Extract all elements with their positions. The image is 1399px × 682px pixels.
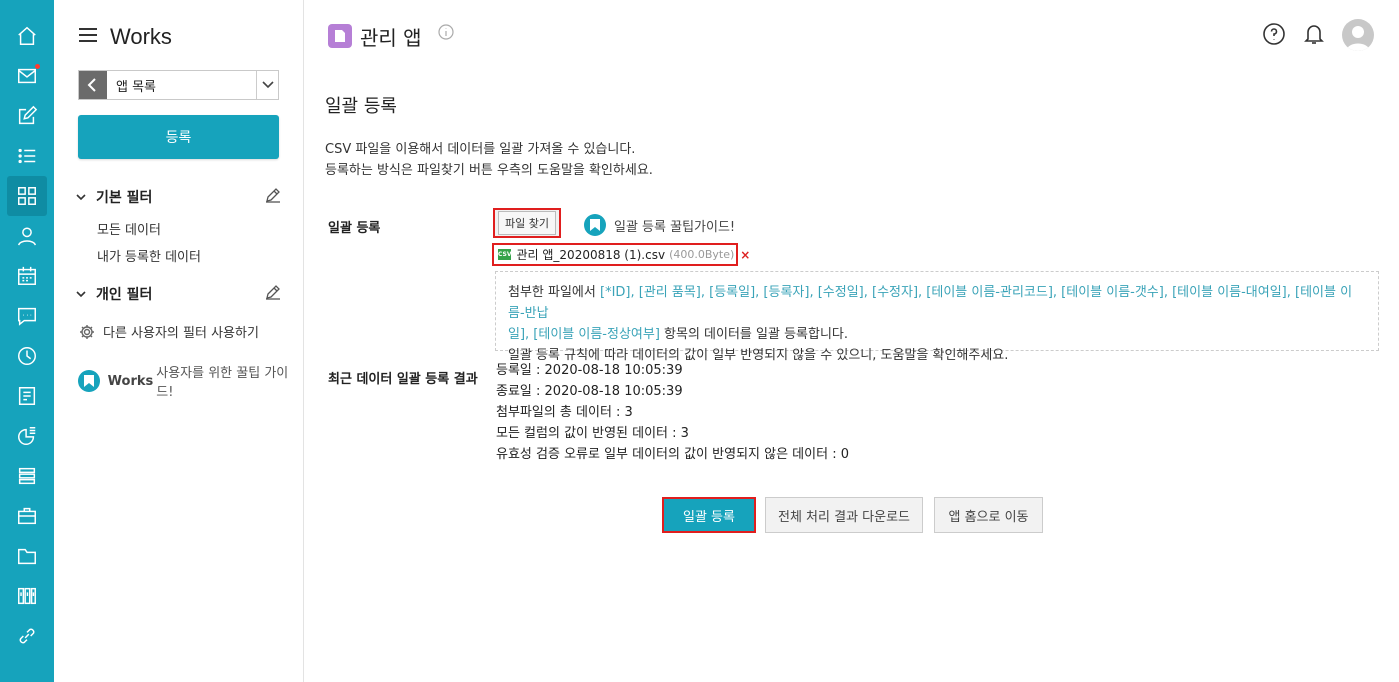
- filter-item-all-data[interactable]: 모든 데이터: [97, 219, 161, 238]
- page-title: 관리 앱: [360, 26, 422, 50]
- register-button[interactable]: 등록: [78, 115, 279, 159]
- section-title: 일괄 등록: [325, 96, 397, 117]
- task-list-icon[interactable]: [7, 136, 47, 176]
- info-icon[interactable]: [438, 24, 454, 40]
- bulk-guide-label: 일괄 등록 꿀팁가이드!: [614, 219, 736, 235]
- chat-icon[interactable]: [7, 296, 47, 336]
- result-line: 모든 컬럼의 값이 반영된 데이터 : 3: [496, 426, 689, 441]
- board-icon[interactable]: [7, 376, 47, 416]
- recent-result-list: 등록일 : 2020-08-18 10:05:39 종료일 : 2020-08-…: [496, 360, 849, 465]
- attached-file-chip: CSV 관리 앱_20200818 (1).csv (400.0Byte) ×: [492, 243, 750, 266]
- avatar[interactable]: [1342, 19, 1374, 51]
- library-icon[interactable]: [7, 576, 47, 616]
- chevron-down-icon: [76, 193, 86, 201]
- notice-columns: 일], [테이블 이름-정상여부]: [508, 327, 660, 342]
- chevron-down-icon: [76, 290, 86, 298]
- briefcase-icon[interactable]: [7, 496, 47, 536]
- pencil-icon[interactable]: [265, 284, 281, 300]
- pencil-icon[interactable]: [265, 187, 281, 203]
- apps-grid-icon[interactable]: [7, 176, 47, 216]
- download-results-button[interactable]: 전체 처리 결과 다운로드: [765, 497, 923, 533]
- file-browse-button[interactable]: 파일 찾기: [493, 208, 561, 238]
- go-app-home-button[interactable]: 앱 홈으로 이동: [934, 497, 1043, 533]
- clock-icon[interactable]: [7, 336, 47, 376]
- remove-file-icon[interactable]: ×: [740, 248, 750, 262]
- file-name: 관리 앱_20200818 (1).csv: [516, 248, 666, 262]
- other-filter-label: 다른 사용자의 필터 사용하기: [103, 326, 259, 341]
- app-list-select[interactable]: 앱 목록: [78, 70, 279, 100]
- gear-icon: [80, 324, 94, 339]
- bell-icon[interactable]: [1302, 22, 1326, 46]
- global-nav-rail: [0, 0, 54, 682]
- tip-brand: Works: [107, 373, 154, 389]
- write-icon[interactable]: [7, 96, 47, 136]
- app-badge-icon: [328, 24, 352, 48]
- stats-icon[interactable]: [7, 416, 47, 456]
- back-arrow-icon[interactable]: [79, 71, 107, 99]
- personal-filter-header[interactable]: 개인 필터: [76, 284, 281, 304]
- main-content: 관리 앱 일괄 등록 CSV 파일을 이용해서 데이터를 일괄 가져올 수 있습…: [304, 0, 1399, 682]
- bulk-guide-link[interactable]: 일괄 등록 꿀팁가이드!: [584, 214, 735, 236]
- tip-label: 사용자를 위한 꿀팁 가이드!: [156, 366, 289, 400]
- bulk-register-button[interactable]: 일괄 등록: [662, 497, 756, 533]
- link-icon[interactable]: [7, 616, 47, 656]
- file-size: (400.0Byte): [669, 248, 735, 261]
- app-list-label: 앱 목록: [116, 79, 157, 95]
- works-tip-guide-link[interactable]: Works 사용자를 위한 꿀팁 가이드!: [78, 362, 303, 400]
- notice-columns: [*ID], [관리 품목], [등록일], [등록자], [수정일], [수정…: [508, 285, 1353, 321]
- filter-item-my-data[interactable]: 내가 등록한 데이터: [97, 246, 201, 265]
- personal-filter-title: 개인 필터: [96, 287, 153, 303]
- notice-suffix: 항목의 데이터를 일괄 등록합니다.: [659, 327, 849, 342]
- menu-icon[interactable]: [79, 28, 97, 42]
- bookmark-icon: [78, 370, 100, 392]
- page-description: CSV 파일을 이용해서 데이터를 일괄 가져올 수 있습니다. 등록하는 방식…: [325, 139, 653, 181]
- basic-filter-header[interactable]: 기본 필터: [76, 187, 281, 207]
- import-notice-box: 첨부한 파일에서 [*ID], [관리 품목], [등록일], [등록자], […: [495, 271, 1379, 363]
- home-icon[interactable]: [7, 16, 47, 56]
- bulk-register-label: 일괄 등록: [328, 221, 381, 236]
- brand-title: Works: [110, 24, 172, 49]
- recent-result-label: 최근 데이터 일괄 등록 결과: [328, 372, 478, 387]
- calendar-icon[interactable]: [7, 256, 47, 296]
- app-sidebar: Works 앱 목록 등록 기본 필터 모든 데이터 내가 등록한 데이터 개인…: [54, 0, 304, 682]
- other-user-filter-link[interactable]: 다른 사용자의 필터 사용하기: [79, 322, 259, 341]
- folder-icon[interactable]: [7, 536, 47, 576]
- result-line: 등록일 : 2020-08-18 10:05:39: [496, 363, 683, 378]
- mail-icon[interactable]: [7, 56, 47, 96]
- description-line: 등록하는 방식은 파일찾기 버튼 우측의 도움말을 확인하세요.: [325, 163, 653, 178]
- stack-icon[interactable]: [7, 456, 47, 496]
- basic-filter-title: 기본 필터: [96, 190, 153, 206]
- person-icon[interactable]: [7, 216, 47, 256]
- csv-file-icon: CSV: [498, 249, 512, 260]
- file-browse-label: 파일 찾기: [498, 211, 556, 235]
- notice-prefix: 첨부한 파일에서: [508, 285, 600, 300]
- bookmark-icon: [584, 214, 606, 236]
- help-icon[interactable]: [1262, 22, 1286, 46]
- result-line: 종료일 : 2020-08-18 10:05:39: [496, 384, 683, 399]
- result-line: 유효성 검증 오류로 일부 데이터의 값이 반영되지 않은 데이터 : 0: [496, 447, 849, 462]
- result-line: 첨부파일의 총 데이터 : 3: [496, 405, 633, 420]
- chevron-down-icon[interactable]: [256, 71, 278, 99]
- description-line: CSV 파일을 이용해서 데이터를 일괄 가져올 수 있습니다.: [325, 142, 636, 157]
- unread-dot: [35, 64, 40, 69]
